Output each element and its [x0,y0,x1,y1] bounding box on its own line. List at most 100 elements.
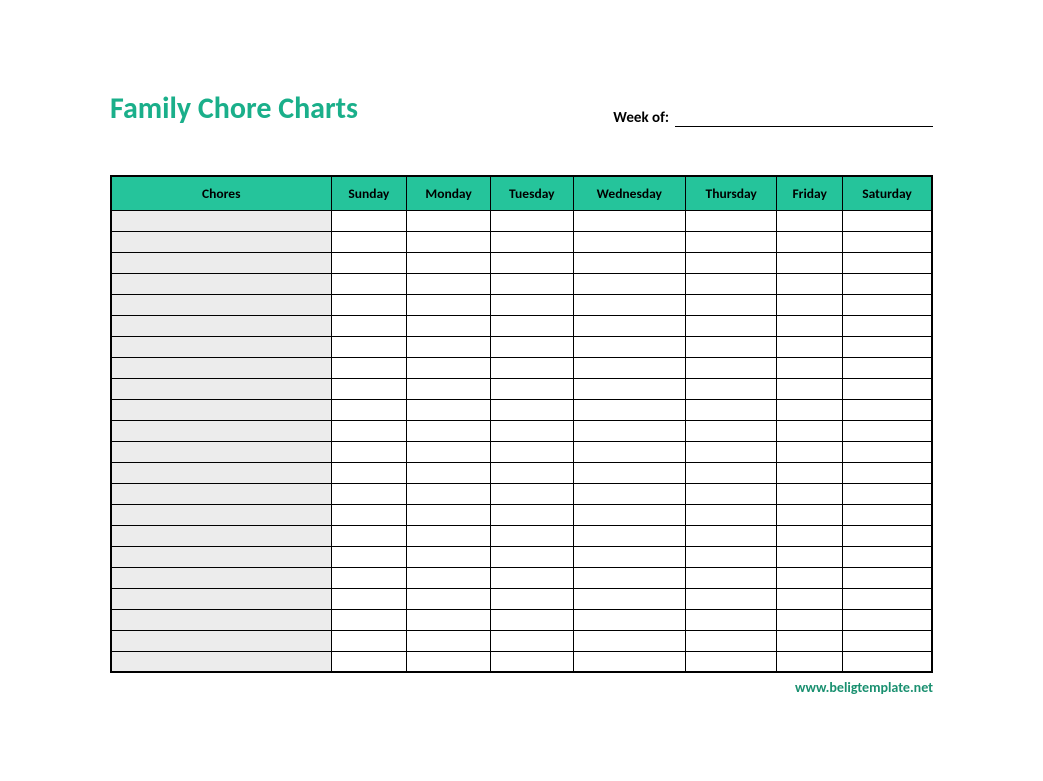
day-cell[interactable] [843,630,932,651]
day-cell[interactable] [686,525,777,546]
day-cell[interactable] [686,252,777,273]
day-cell[interactable] [331,378,407,399]
day-cell[interactable] [407,273,491,294]
day-cell[interactable] [331,252,407,273]
day-cell[interactable] [686,231,777,252]
chore-cell[interactable] [111,336,331,357]
day-cell[interactable] [686,273,777,294]
day-cell[interactable] [686,462,777,483]
day-cell[interactable] [843,378,932,399]
day-cell[interactable] [686,588,777,609]
day-cell[interactable] [331,588,407,609]
day-cell[interactable] [777,609,843,630]
chore-cell[interactable] [111,252,331,273]
day-cell[interactable] [491,273,574,294]
day-cell[interactable] [331,336,407,357]
chore-cell[interactable] [111,441,331,462]
day-cell[interactable] [777,420,843,441]
day-cell[interactable] [843,294,932,315]
day-cell[interactable] [843,252,932,273]
day-cell[interactable] [407,294,491,315]
day-cell[interactable] [331,546,407,567]
chore-cell[interactable] [111,231,331,252]
day-cell[interactable] [573,609,686,630]
day-cell[interactable] [407,210,491,231]
day-cell[interactable] [843,399,932,420]
week-of-input-line[interactable] [675,107,933,127]
day-cell[interactable] [573,231,686,252]
day-cell[interactable] [777,336,843,357]
day-cell[interactable] [573,588,686,609]
day-cell[interactable] [331,504,407,525]
day-cell[interactable] [843,588,932,609]
day-cell[interactable] [491,252,574,273]
day-cell[interactable] [777,651,843,672]
day-cell[interactable] [407,525,491,546]
day-cell[interactable] [777,357,843,378]
day-cell[interactable] [491,336,574,357]
day-cell[interactable] [331,294,407,315]
chore-cell[interactable] [111,315,331,336]
day-cell[interactable] [331,273,407,294]
day-cell[interactable] [331,567,407,588]
day-cell[interactable] [777,273,843,294]
day-cell[interactable] [331,525,407,546]
day-cell[interactable] [491,567,574,588]
chore-cell[interactable] [111,630,331,651]
day-cell[interactable] [573,315,686,336]
day-cell[interactable] [777,504,843,525]
day-cell[interactable] [777,630,843,651]
day-cell[interactable] [573,462,686,483]
day-cell[interactable] [843,567,932,588]
day-cell[interactable] [843,210,932,231]
chore-cell[interactable] [111,399,331,420]
day-cell[interactable] [491,609,574,630]
chore-cell[interactable] [111,357,331,378]
chore-cell[interactable] [111,504,331,525]
day-cell[interactable] [843,609,932,630]
day-cell[interactable] [573,336,686,357]
chore-cell[interactable] [111,609,331,630]
day-cell[interactable] [331,609,407,630]
day-cell[interactable] [491,441,574,462]
chore-cell[interactable] [111,483,331,504]
day-cell[interactable] [331,420,407,441]
day-cell[interactable] [843,483,932,504]
day-cell[interactable] [573,273,686,294]
day-cell[interactable] [407,252,491,273]
day-cell[interactable] [686,483,777,504]
day-cell[interactable] [686,357,777,378]
day-cell[interactable] [407,357,491,378]
day-cell[interactable] [331,483,407,504]
day-cell[interactable] [686,210,777,231]
day-cell[interactable] [777,567,843,588]
day-cell[interactable] [491,231,574,252]
day-cell[interactable] [843,504,932,525]
day-cell[interactable] [407,588,491,609]
day-cell[interactable] [686,609,777,630]
day-cell[interactable] [407,546,491,567]
day-cell[interactable] [777,378,843,399]
day-cell[interactable] [491,294,574,315]
day-cell[interactable] [686,567,777,588]
chore-cell[interactable] [111,378,331,399]
day-cell[interactable] [407,231,491,252]
day-cell[interactable] [843,462,932,483]
day-cell[interactable] [777,483,843,504]
day-cell[interactable] [843,525,932,546]
day-cell[interactable] [491,378,574,399]
day-cell[interactable] [573,294,686,315]
chore-cell[interactable] [111,588,331,609]
day-cell[interactable] [573,252,686,273]
day-cell[interactable] [331,231,407,252]
day-cell[interactable] [843,231,932,252]
day-cell[interactable] [491,588,574,609]
day-cell[interactable] [491,651,574,672]
day-cell[interactable] [686,399,777,420]
day-cell[interactable] [777,525,843,546]
day-cell[interactable] [686,378,777,399]
day-cell[interactable] [573,546,686,567]
chore-cell[interactable] [111,210,331,231]
chore-cell[interactable] [111,420,331,441]
day-cell[interactable] [777,210,843,231]
